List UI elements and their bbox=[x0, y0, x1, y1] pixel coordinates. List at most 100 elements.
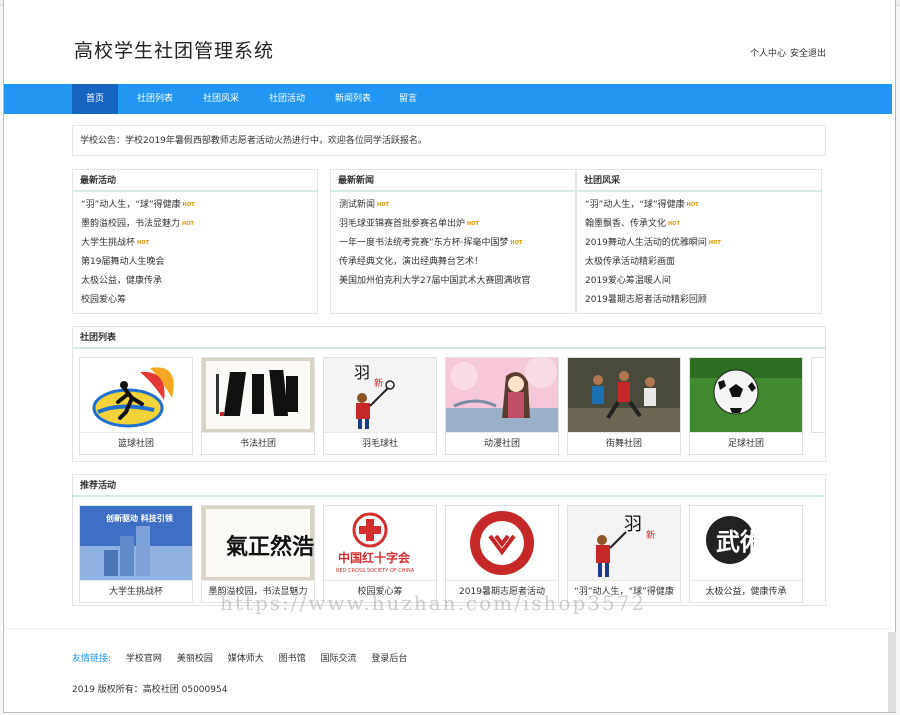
footer-link-international[interactable]: 国际交流 bbox=[320, 654, 356, 664]
hot-badge: HOT bbox=[686, 202, 699, 208]
card-caption: “羽”动人生，“球”得健康 bbox=[568, 580, 680, 602]
list-item[interactable]: 一年一度书法统考竞赛“东方杯·挥毫中国梦 HOT bbox=[339, 234, 575, 253]
club-card-basketball[interactable]: 篮球社团 bbox=[79, 357, 193, 455]
calligraphy-activity-image: 氣正然浩 bbox=[202, 506, 314, 580]
football-club-image bbox=[690, 358, 802, 432]
site-title: 高校学生社团管理系统 bbox=[74, 40, 275, 62]
card-caption: 动漫社团 bbox=[446, 432, 558, 454]
hot-badge: HOT bbox=[708, 240, 721, 246]
activity-card-volunteer[interactable]: 2019暑期志愿者活动 bbox=[445, 505, 559, 603]
activity-card-challenge-cup[interactable]: 创新驱动 科技引领 大学生挑战杯 bbox=[79, 505, 193, 603]
anime-club-image bbox=[446, 358, 558, 432]
recommended-activities-section: 推荐活动 创新驱动 科技引领 大学生挑战杯 氣正然浩 墨韵溢校园，书法显魅力 中… bbox=[72, 474, 826, 606]
badminton-activity-image: 羽 新 bbox=[568, 506, 680, 580]
activity-card-calligraphy[interactable]: 氣正然浩 墨韵溢校园，书法显魅力 bbox=[201, 505, 315, 603]
friend-links: 友情链接: 学校官网 美丽校园 媒体师大 图书馆 国际交流 登录后台 bbox=[72, 651, 419, 664]
svg-text:羽: 羽 bbox=[354, 363, 370, 382]
card-caption: 街舞社团 bbox=[568, 432, 680, 454]
logout-link[interactable]: 安全退出 bbox=[790, 49, 826, 59]
card-caption: 校园爱心筹 bbox=[324, 580, 436, 602]
club-card-anime[interactable]: 动漫社团 bbox=[445, 357, 559, 455]
footer-link-school[interactable]: 学校官网 bbox=[126, 654, 162, 664]
main-nav: 首页 社团列表 社团风采 社团活动 新闻列表 留言 bbox=[4, 84, 892, 114]
site-header: 高校学生社团管理系统 个人中心 安全退出 bbox=[4, 6, 892, 84]
club-card-football[interactable]: 足球社团 bbox=[689, 357, 803, 455]
club-card-streetdance[interactable]: 街舞社团 bbox=[567, 357, 681, 455]
list-item[interactable]: 2019舞动人生活动的优雅瞬间 HOT bbox=[585, 234, 821, 253]
school-notice: 学校公告：学校2019年暑假西部教师志愿者活动火热进行中，欢迎各位同学活跃报名。 bbox=[72, 125, 826, 156]
hot-badge: HOT bbox=[510, 240, 523, 246]
recommended-activities-title: 推荐活动 bbox=[73, 475, 825, 497]
nav-messages[interactable]: 留言 bbox=[390, 84, 426, 114]
card-caption: 墨韵溢校园，书法显魅力 bbox=[202, 580, 314, 602]
list-item[interactable]: 翰墨飘香、传承文化 HOT bbox=[585, 215, 821, 234]
footer-link-admin-login[interactable]: 登录后台 bbox=[371, 654, 407, 664]
card-caption: 书法社团 bbox=[202, 432, 314, 454]
card-caption: 大学生挑战杯 bbox=[80, 580, 192, 602]
footer-divider bbox=[4, 628, 892, 629]
hot-badge: HOT bbox=[377, 202, 389, 208]
club-list-section: 社团列表 篮球社团 书法社团 羽 新 羽毛球社 动漫社团 街舞社团 足球社团 bbox=[72, 326, 826, 462]
activity-card-love-fund[interactable]: 中国红十字会 RED CROSS SOCIETY OF CHINA 校园爱心筹 bbox=[323, 505, 437, 603]
list-item[interactable]: 2019爱心筹温暖人间 bbox=[585, 272, 821, 291]
hot-badge: HOT bbox=[137, 240, 149, 246]
taichi-activity-image: 武術 bbox=[690, 506, 802, 580]
volunteer-emblem-image bbox=[446, 506, 558, 580]
list-item[interactable]: 第19届舞动人生晚会 bbox=[81, 253, 317, 272]
club-card-badminton[interactable]: 羽 新 羽毛球社 bbox=[323, 357, 437, 455]
activity-card-badminton[interactable]: 羽 新 “羽”动人生，“球”得健康 bbox=[567, 505, 681, 603]
list-item[interactable]: 羽毛球亚锦赛首批参赛名单出炉 HOT bbox=[339, 215, 575, 234]
hot-badge: HOT bbox=[182, 202, 195, 208]
card-caption: 2019暑期志愿者活动 bbox=[446, 580, 558, 602]
red-cross-image: 中国红十字会 RED CROSS SOCIETY OF CHINA bbox=[324, 506, 436, 580]
challenge-cup-image: 创新驱动 科技引领 bbox=[80, 506, 192, 580]
latest-activities-title: 最新活动 bbox=[73, 170, 317, 192]
activity-card-taichi[interactable]: 武術 太极公益，健康传承 bbox=[689, 505, 803, 603]
list-item[interactable]: 墨韵溢校园，书法显魅力 HOT bbox=[81, 215, 317, 234]
calligraphy-club-image bbox=[202, 358, 314, 432]
footer-link-library[interactable]: 图书馆 bbox=[279, 654, 306, 664]
list-item[interactable]: “羽”动人生，“球”得健康 HOT bbox=[585, 196, 821, 215]
scrollbar[interactable] bbox=[888, 632, 896, 712]
streetdance-club-image bbox=[568, 358, 680, 432]
footer-link-campus[interactable]: 美丽校园 bbox=[177, 654, 213, 664]
list-item[interactable]: 校园爱心筹 bbox=[81, 291, 317, 310]
basketball-club-image bbox=[80, 358, 192, 432]
list-item[interactable]: 美国加州伯克利大学27届中国武术大赛圆满收官 bbox=[339, 272, 575, 291]
list-item[interactable]: 传承经典文化，演出经典舞台艺术！ bbox=[339, 253, 575, 272]
red-cross-logo-subtext: RED CROSS SOCIETY OF CHINA bbox=[336, 568, 415, 574]
list-item[interactable]: “羽”动人生，“球”得健康 HOT bbox=[81, 196, 317, 215]
calligraphy-activity-artwork: 氣正然浩 bbox=[226, 534, 314, 560]
friend-links-label: 友情链接: bbox=[72, 654, 112, 664]
card-caption: 足球社团 bbox=[690, 432, 802, 454]
club-style-panel: 社团风采 “羽”动人生，“球”得健康 HOT 翰墨飘香、传承文化 HOT 2019舞… bbox=[576, 169, 822, 314]
club-card-calligraphy[interactable]: 书法社团 bbox=[201, 357, 315, 455]
hot-badge: HOT bbox=[668, 221, 680, 227]
partial-club-image bbox=[812, 358, 825, 432]
list-item[interactable]: 太极公益，健康传承 bbox=[81, 272, 317, 291]
list-item[interactable]: 大学生挑战杯 HOT bbox=[81, 234, 317, 253]
user-center-link[interactable]: 个人中心 bbox=[750, 49, 786, 59]
list-item[interactable]: 2019暑期志愿者活动精彩回顾 bbox=[585, 291, 821, 310]
svg-text:新: 新 bbox=[646, 529, 655, 541]
nav-club-list[interactable]: 社团列表 bbox=[128, 84, 182, 114]
badminton-club-image: 羽 新 bbox=[324, 358, 436, 432]
list-item[interactable]: 测试新闻 HOT bbox=[339, 196, 575, 215]
nav-club-activities[interactable]: 社团活动 bbox=[260, 84, 314, 114]
nav-news-list[interactable]: 新闻列表 bbox=[326, 84, 380, 114]
svg-text:羽: 羽 bbox=[624, 514, 642, 535]
card-caption: 太极公益，健康传承 bbox=[690, 580, 802, 602]
club-card-partial[interactable] bbox=[811, 357, 825, 433]
user-links: 个人中心 安全退出 bbox=[746, 46, 826, 59]
taichi-artwork-text: 武術 bbox=[716, 527, 764, 556]
hot-badge: HOT bbox=[182, 221, 194, 227]
svg-text:新: 新 bbox=[374, 377, 383, 389]
nav-club-style[interactable]: 社团风采 bbox=[194, 84, 248, 114]
nav-home[interactable]: 首页 bbox=[72, 84, 118, 114]
footer-link-media[interactable]: 媒体师大 bbox=[228, 654, 264, 664]
latest-news-panel: 最新新闻 测试新闻 HOT 羽毛球亚锦赛首批参赛名单出炉 HOT 一年一度书法统考竞… bbox=[330, 169, 576, 314]
challenge-cup-headline: 创新驱动 科技引领 bbox=[105, 513, 173, 523]
latest-activities-panel: 最新活动 “羽”动人生，“球”得健康 HOT 墨韵溢校园，书法显魅力 HOT 大学生… bbox=[72, 169, 318, 314]
copyright: 2019 版权所有：高校社团 05000954 bbox=[72, 685, 228, 695]
list-item[interactable]: 太极传承活动精彩画面 bbox=[585, 253, 821, 272]
